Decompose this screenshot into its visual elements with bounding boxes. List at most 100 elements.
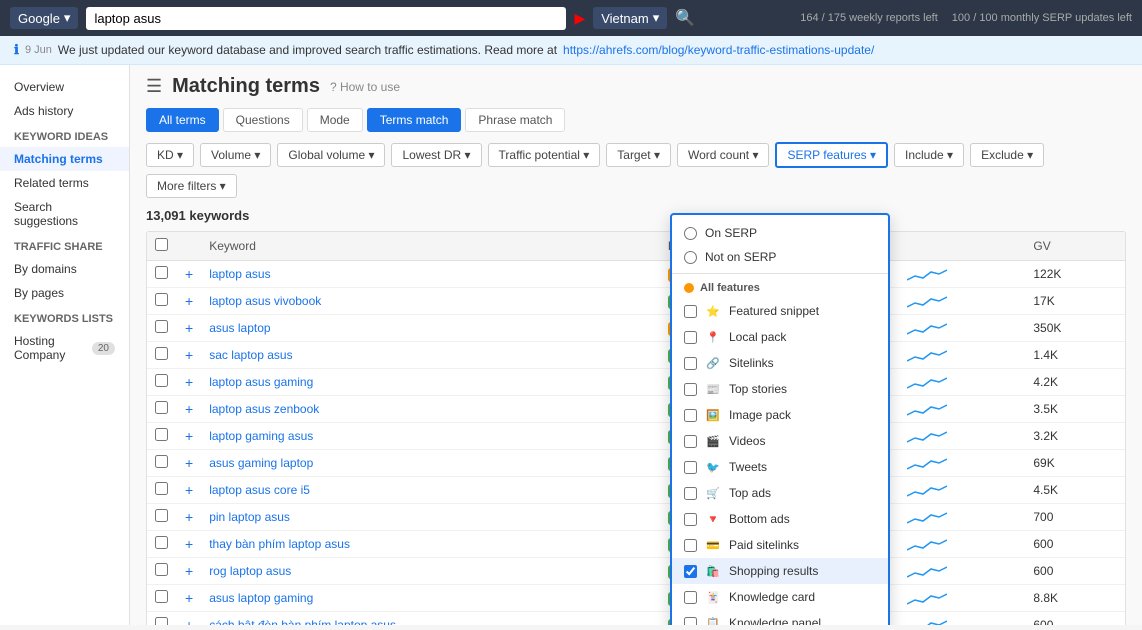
row-check[interactable] <box>155 320 168 333</box>
row-add[interactable]: + <box>177 342 201 369</box>
row-add[interactable]: + <box>177 369 201 396</box>
row-checkbox[interactable] <box>147 261 177 288</box>
sidebar-item-related-terms[interactable]: Related terms <box>0 171 129 195</box>
serp-feature-item[interactable]: 🃏 Knowledge card <box>672 584 888 610</box>
sidebar-item-ads-history[interactable]: Ads history <box>0 99 129 123</box>
sidebar-item-by-domains[interactable]: By domains <box>0 257 129 281</box>
keyword-link[interactable]: laptop gaming asus <box>209 429 313 443</box>
search-button[interactable]: 🔍 <box>675 8 695 28</box>
row-add[interactable]: + <box>177 423 201 450</box>
keyword-link[interactable]: laptop asus vivobook <box>209 294 321 308</box>
feature-checkbox[interactable] <box>684 617 697 626</box>
serp-feature-item[interactable]: 🎬 Videos <box>672 428 888 454</box>
keyword-link[interactable]: cách bật đèn bàn phím laptop asus <box>209 618 396 625</box>
keyword-link[interactable]: thay bàn phím laptop asus <box>209 537 350 551</box>
feature-checkbox[interactable] <box>684 305 697 318</box>
serp-feature-item[interactable]: 🔻 Bottom ads <box>672 506 888 532</box>
row-add[interactable]: + <box>177 315 201 342</box>
row-check[interactable] <box>155 428 168 441</box>
keyword-link[interactable]: asus laptop <box>209 321 270 335</box>
row-check[interactable] <box>155 617 168 625</box>
tab-terms-match[interactable]: Terms match <box>367 108 462 132</box>
sidebar-item-search-suggestions[interactable]: Search suggestions <box>0 195 129 233</box>
row-checkbox[interactable] <box>147 369 177 396</box>
row-add[interactable]: + <box>177 261 201 288</box>
filter-more[interactable]: More filters ▾ <box>146 174 237 198</box>
row-checkbox[interactable] <box>147 450 177 477</box>
row-check[interactable] <box>155 347 168 360</box>
sidebar-item-by-pages[interactable]: By pages <box>0 281 129 305</box>
row-add[interactable]: + <box>177 396 201 423</box>
row-add[interactable]: + <box>177 504 201 531</box>
serp-feature-item[interactable]: 🔗 Sitelinks <box>672 350 888 376</box>
serp-feature-item[interactable]: 🛒 Top ads <box>672 480 888 506</box>
keyword-link[interactable]: asus gaming laptop <box>209 456 313 470</box>
feature-checkbox[interactable] <box>684 513 697 526</box>
serp-feature-item[interactable]: 🛍️ Shopping results <box>672 558 888 584</box>
row-check[interactable] <box>155 293 168 306</box>
filter-word-count[interactable]: Word count ▾ <box>677 143 770 167</box>
keyword-link[interactable]: laptop asus core i5 <box>209 483 310 497</box>
serp-feature-item[interactable]: 💳 Paid sitelinks <box>672 532 888 558</box>
row-check[interactable] <box>155 266 168 279</box>
filter-target[interactable]: Target ▾ <box>606 143 671 167</box>
row-check[interactable] <box>155 563 168 576</box>
serp-feature-item[interactable]: 🖼️ Image pack <box>672 402 888 428</box>
serp-feature-item[interactable]: 📰 Top stories <box>672 376 888 402</box>
sidebar-item-overview[interactable]: Overview <box>0 75 129 99</box>
row-checkbox[interactable] <box>147 558 177 585</box>
row-check[interactable] <box>155 455 168 468</box>
keyword-link[interactable]: sac laptop asus <box>209 348 292 362</box>
row-add[interactable]: + <box>177 612 201 626</box>
row-checkbox[interactable] <box>147 585 177 612</box>
filter-traffic-potential[interactable]: Traffic potential ▾ <box>488 143 601 167</box>
keyword-link[interactable]: laptop asus zenbook <box>209 402 319 416</box>
row-checkbox[interactable] <box>147 315 177 342</box>
serp-radio-on[interactable] <box>684 227 697 240</box>
serp-radio-not[interactable] <box>684 251 697 264</box>
keyword-link[interactable]: laptop asus gaming <box>209 375 313 389</box>
row-checkbox[interactable] <box>147 612 177 626</box>
row-check[interactable] <box>155 401 168 414</box>
keyword-link[interactable]: pin laptop asus <box>209 510 290 524</box>
row-checkbox[interactable] <box>147 288 177 315</box>
row-check[interactable] <box>155 590 168 603</box>
feature-checkbox[interactable] <box>684 383 697 396</box>
row-add[interactable]: + <box>177 558 201 585</box>
filter-volume[interactable]: Volume ▾ <box>200 143 271 167</box>
row-check[interactable] <box>155 374 168 387</box>
filter-global-volume[interactable]: Global volume ▾ <box>277 143 385 167</box>
row-check[interactable] <box>155 509 168 522</box>
serp-option-on-serp[interactable]: On SERP <box>672 221 888 245</box>
feature-checkbox[interactable] <box>684 565 697 578</box>
hamburger-icon[interactable]: ☰ <box>146 76 162 97</box>
row-check[interactable] <box>155 482 168 495</box>
notice-link[interactable]: https://ahrefs.com/blog/keyword-traffic-… <box>563 43 874 57</box>
keyword-link[interactable]: asus laptop gaming <box>209 591 313 605</box>
row-add[interactable]: + <box>177 585 201 612</box>
filter-serp-features[interactable]: SERP features ▾ <box>775 142 888 168</box>
filter-kd[interactable]: KD ▾ <box>146 143 194 167</box>
feature-checkbox[interactable] <box>684 539 697 552</box>
keyword-link[interactable]: laptop asus <box>209 267 270 281</box>
search-input[interactable] <box>86 7 566 30</box>
select-all-checkbox[interactable] <box>155 238 168 251</box>
feature-checkbox[interactable] <box>684 461 697 474</box>
tab-mode[interactable]: Mode <box>307 108 363 132</box>
tab-questions[interactable]: Questions <box>223 108 303 132</box>
sidebar-item-matching-terms[interactable]: Matching terms <box>0 147 129 171</box>
sidebar-item-hosting[interactable]: Hosting Company 20 <box>0 329 129 367</box>
tab-all-terms[interactable]: All terms <box>146 108 219 132</box>
feature-checkbox[interactable] <box>684 591 697 604</box>
row-checkbox[interactable] <box>147 396 177 423</box>
row-add[interactable]: + <box>177 450 201 477</box>
feature-checkbox[interactable] <box>684 331 697 344</box>
feature-checkbox[interactable] <box>684 357 697 370</box>
row-checkbox[interactable] <box>147 423 177 450</box>
feature-checkbox[interactable] <box>684 409 697 422</box>
serp-feature-item[interactable]: ⭐ Featured snippet <box>672 298 888 324</box>
how-to-link[interactable]: ? How to use <box>330 80 400 94</box>
google-button[interactable]: Google ▾ <box>10 7 78 29</box>
row-add[interactable]: + <box>177 531 201 558</box>
country-selector[interactable]: Vietnam ▾ <box>593 7 667 29</box>
